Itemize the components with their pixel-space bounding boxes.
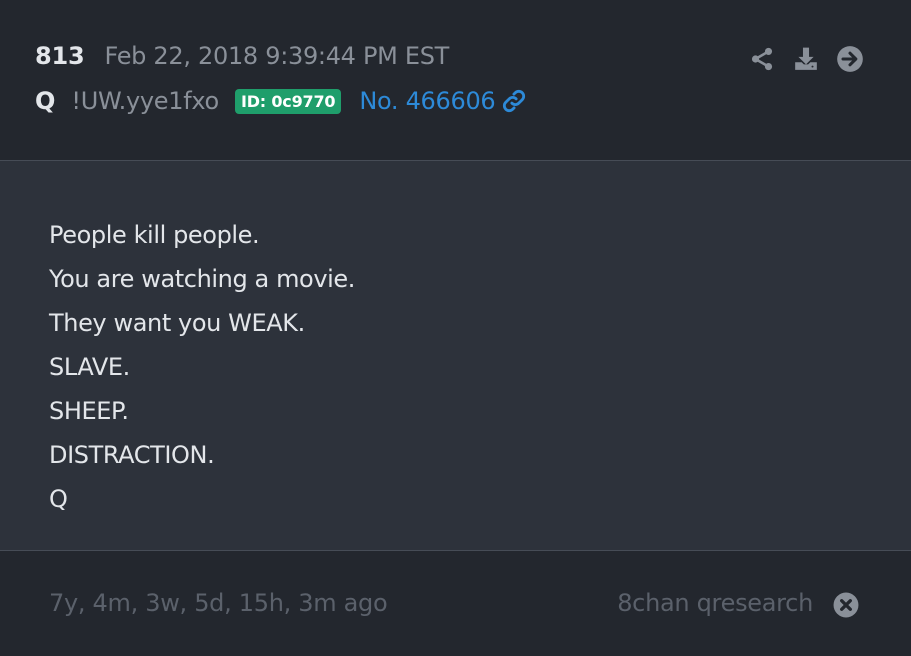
post-header: 813 Feb 22, 2018 9:39:44 PM EST Q !UW.yy… (0, 0, 911, 161)
post-body: People kill people. You are watching a m… (0, 161, 911, 551)
close-circle-icon (833, 592, 859, 618)
post-age: 7y, 4m, 3w, 5d, 15h, 3m ago (49, 589, 388, 617)
message-line: DISTRACTION. (49, 441, 215, 469)
post-source: 8chan qresearch (617, 589, 813, 617)
share-icon (751, 47, 773, 71)
post-message: People kill people. You are watching a m… (49, 217, 355, 525)
post-footer: 7y, 4m, 3w, 5d, 15h, 3m ago 8chan qresea… (0, 551, 911, 656)
message-line: SHEEP. (49, 397, 129, 425)
post-actions (733, 44, 865, 74)
id-badge: ID: 0c9770 (234, 88, 342, 114)
post-link-label: No. 466606 (359, 87, 496, 115)
message-line: SLAVE. (49, 353, 130, 381)
message-line: Q (49, 485, 68, 513)
message-line: People kill people. (49, 221, 260, 249)
arrow-circle-right-icon (837, 46, 863, 72)
post-author: Q (35, 87, 56, 115)
post-tripcode: !UW.yye1fxo (71, 87, 219, 115)
download-icon (795, 47, 817, 70)
message-line: You are watching a movie. (49, 265, 355, 293)
post-card: 813 Feb 22, 2018 9:39:44 PM EST Q !UW.yy… (0, 0, 911, 656)
goto-post-button[interactable] (835, 44, 865, 74)
download-button[interactable] (791, 44, 821, 74)
post-meta-row: 813 Feb 22, 2018 9:39:44 PM EST (35, 42, 449, 70)
message-line: They want you WEAK. (49, 309, 305, 337)
close-button[interactable] (833, 592, 859, 618)
share-button[interactable] (747, 44, 777, 74)
link-icon (503, 89, 526, 113)
post-author-row: Q !UW.yye1fxo ID: 0c9770 No. 466606 (35, 87, 527, 115)
post-date: Feb 22, 2018 9:39:44 PM EST (104, 42, 450, 70)
post-number: 813 (35, 42, 85, 70)
post-link[interactable]: No. 466606 (359, 87, 527, 115)
